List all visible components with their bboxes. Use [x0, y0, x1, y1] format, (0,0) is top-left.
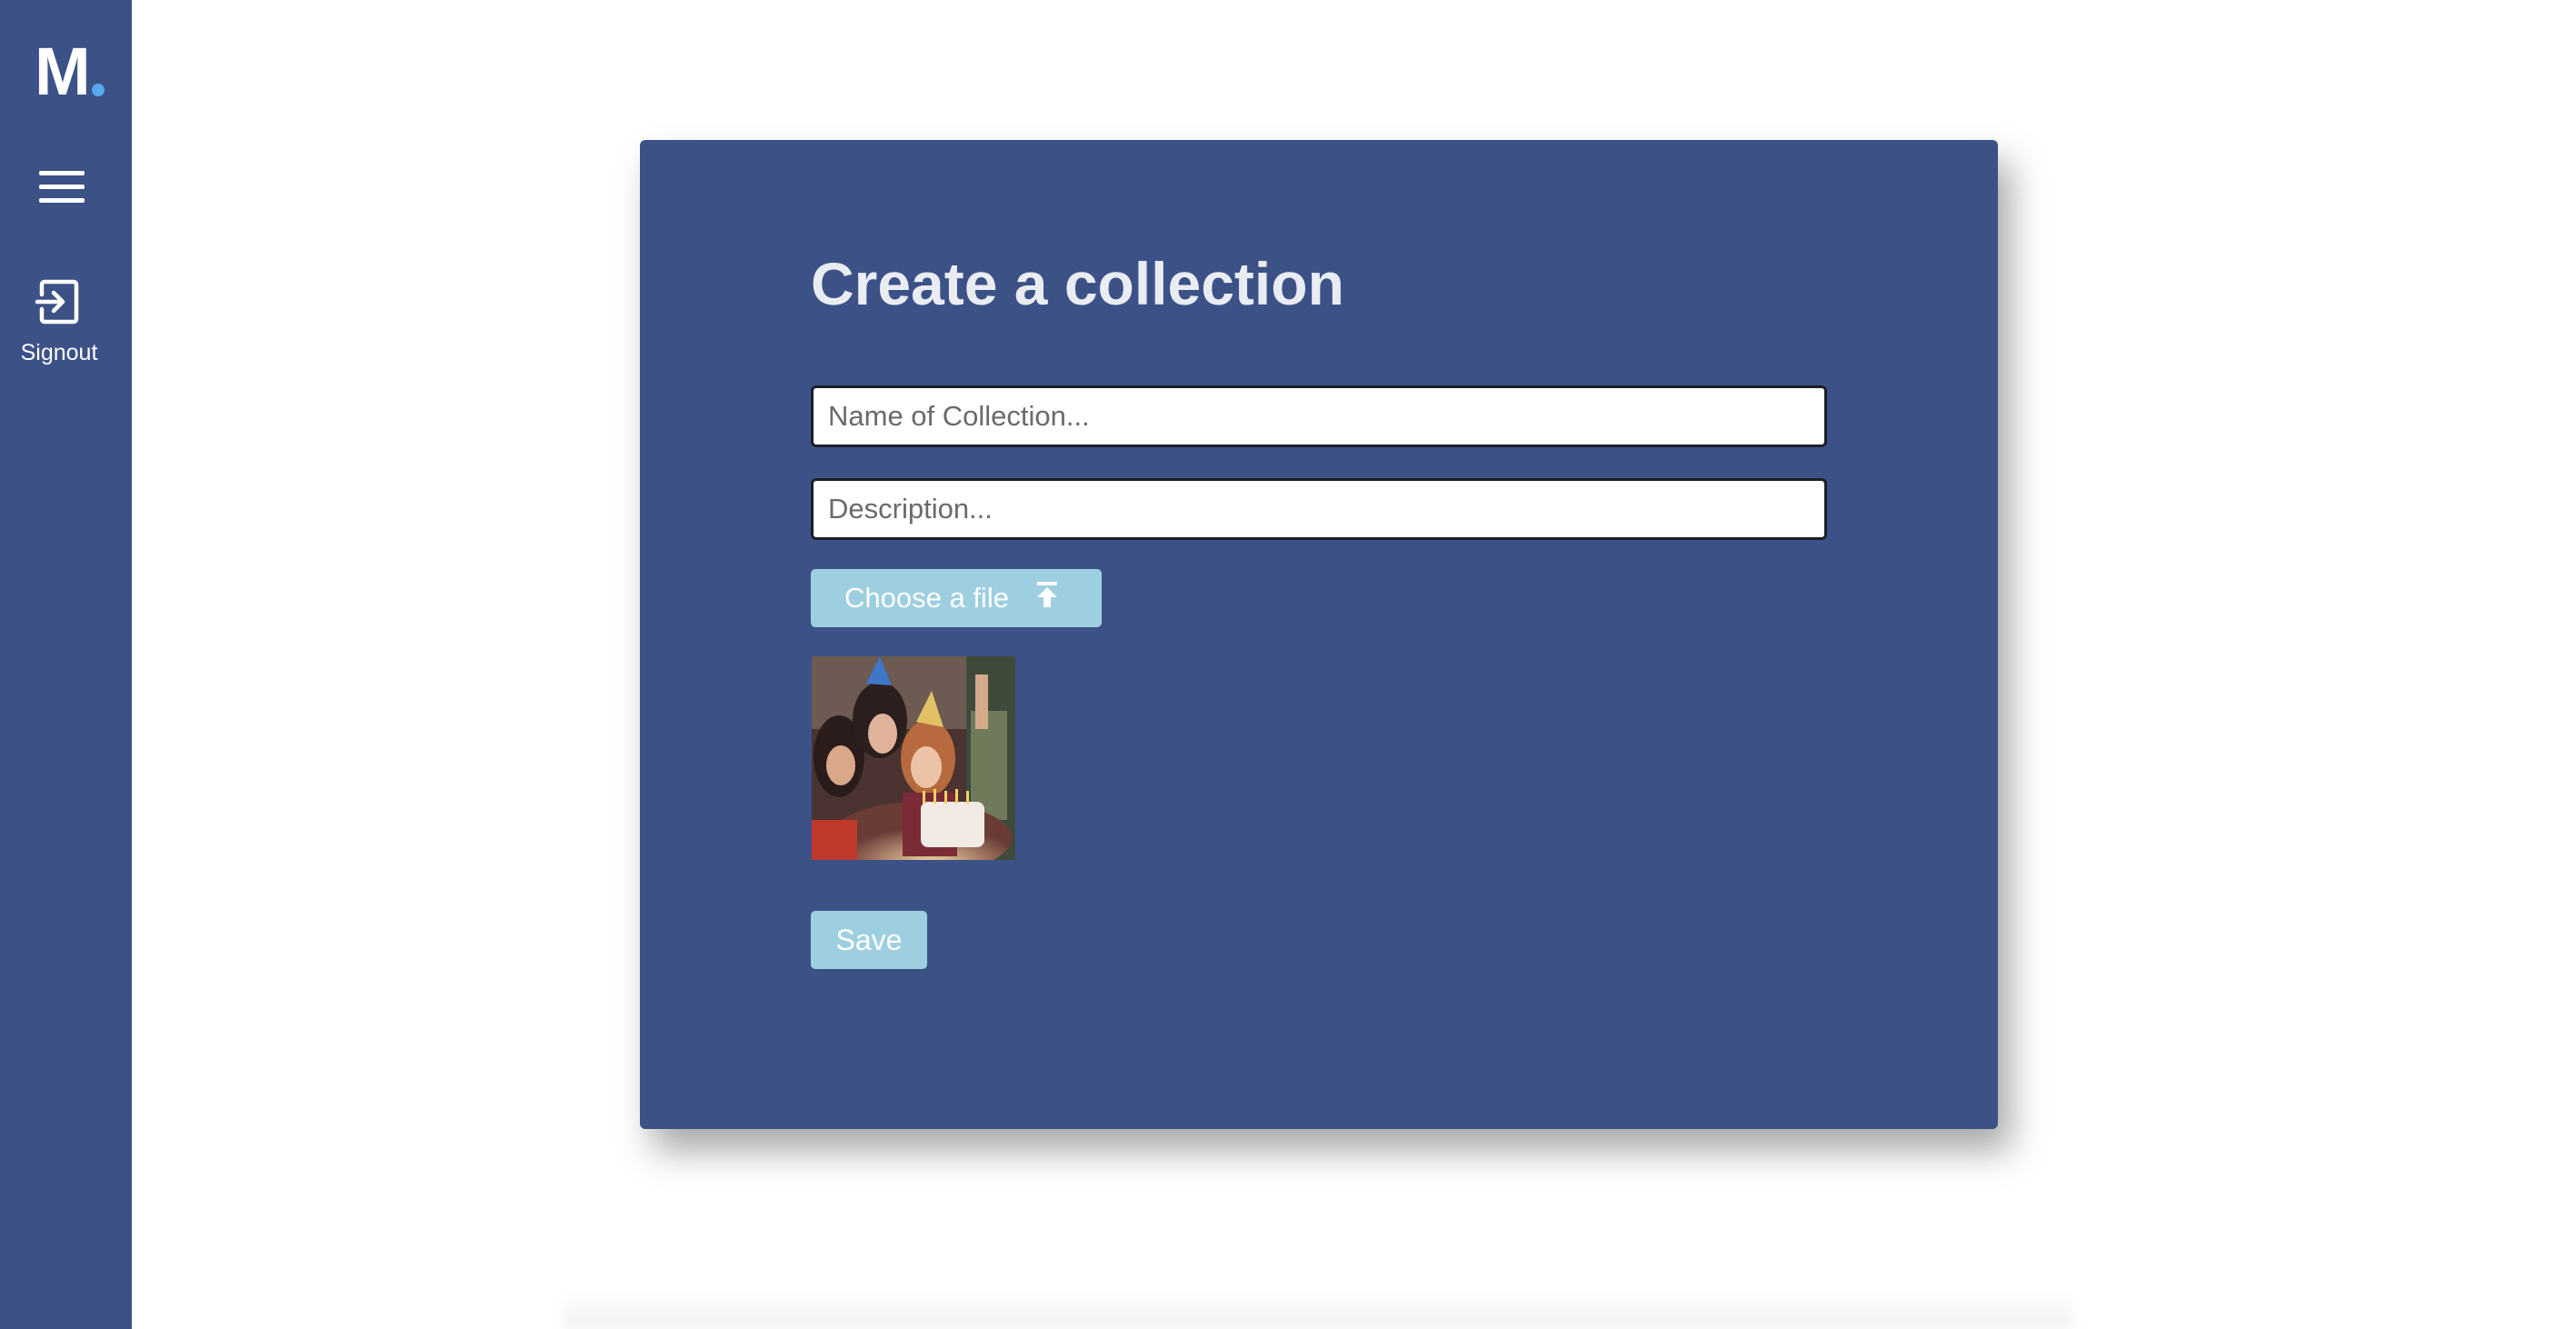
description-input[interactable]: [811, 478, 1827, 540]
choose-file-button[interactable]: Choose a file: [811, 569, 1102, 627]
create-collection-card: Create a collection Choose a file: [640, 140, 1998, 1129]
upload-icon: [1034, 581, 1060, 615]
choose-file-label: Choose a file: [844, 582, 1009, 614]
logo-dot: [92, 84, 105, 96]
app-logo[interactable]: M: [35, 38, 91, 105]
save-button[interactable]: Save: [811, 911, 927, 969]
sidebar: M Signout: [0, 0, 132, 1329]
uploaded-image-preview: [812, 656, 1015, 860]
hamburger-menu-icon[interactable]: [36, 169, 87, 205]
signout-label: Signout: [20, 340, 98, 365]
page-title: Create a collection: [811, 250, 1344, 317]
bottom-shadow: [564, 1291, 2072, 1329]
signout-icon: [35, 279, 79, 325]
collection-name-input[interactable]: [811, 385, 1827, 447]
signout-button[interactable]: Signout: [9, 276, 109, 366]
